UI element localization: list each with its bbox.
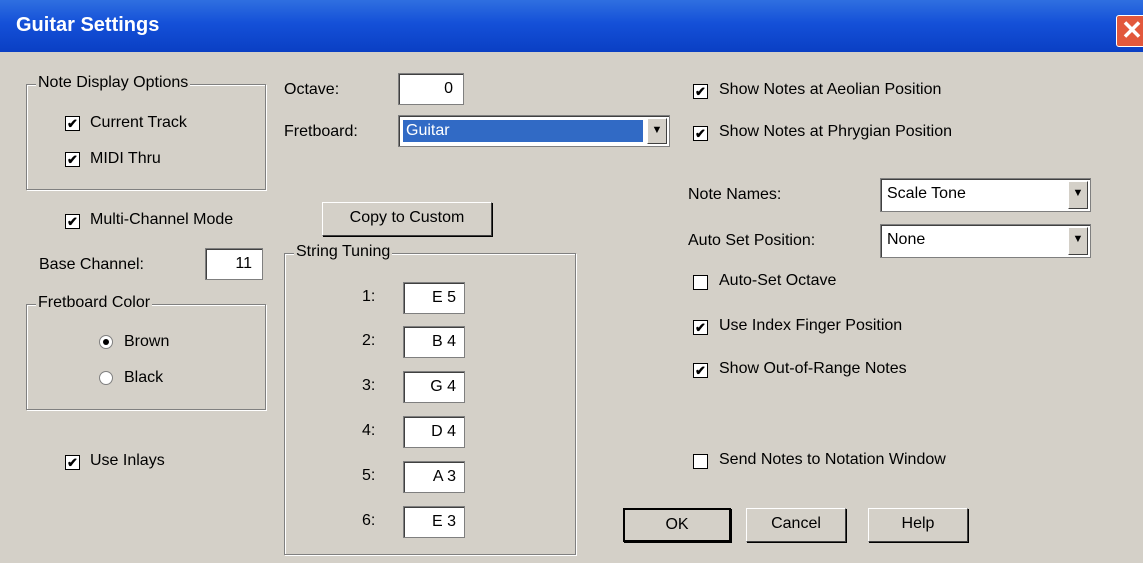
black-radio[interactable] — [99, 371, 113, 385]
send-notes-notation-label[interactable]: Send Notes to Notation Window — [719, 451, 946, 469]
show-out-of-range-label[interactable]: Show Out-of-Range Notes — [719, 360, 907, 378]
octave-label: Octave: — [284, 81, 340, 98]
chevron-down-icon[interactable]: ▼ — [1068, 181, 1088, 209]
string-1-label: 1: — [362, 288, 376, 305]
brown-radio[interactable] — [99, 335, 113, 349]
note-names-select[interactable]: Scale Tone ▼ — [880, 178, 1091, 212]
current-track-label[interactable]: Current Track — [90, 114, 187, 132]
title-bar[interactable] — [0, 0, 1143, 52]
use-inlays-label[interactable]: Use Inlays — [90, 452, 165, 470]
send-notes-notation-checkbox[interactable] — [693, 454, 708, 469]
fretboard-selected-value: Guitar — [403, 120, 643, 142]
string-3-input[interactable]: G 4 — [403, 371, 465, 403]
show-phrygian-checkbox[interactable] — [693, 126, 708, 141]
use-index-finger-label[interactable]: Use Index Finger Position — [719, 317, 902, 335]
string-4-label: 4: — [362, 422, 376, 439]
string-5-input[interactable]: A 3 — [403, 461, 465, 493]
chevron-down-icon[interactable]: ▼ — [647, 118, 667, 144]
string-6-input[interactable]: E 3 — [403, 506, 465, 538]
multi-channel-checkbox[interactable] — [65, 214, 80, 229]
string-3-label: 3: — [362, 377, 376, 394]
note-display-group — [26, 84, 266, 190]
note-names-label: Note Names: — [688, 186, 782, 203]
current-track-checkbox[interactable] — [65, 116, 80, 131]
show-aeolian-label[interactable]: Show Notes at Aeolian Position — [719, 81, 941, 99]
string-2-input[interactable]: B 4 — [403, 326, 465, 358]
auto-set-octave-label[interactable]: Auto-Set Octave — [719, 272, 836, 290]
base-channel-label: Base Channel: — [39, 256, 144, 273]
auto-set-position-label: Auto Set Position: — [688, 232, 816, 249]
string-5-label: 5: — [362, 467, 376, 484]
copy-to-custom-button[interactable]: Copy to Custom — [322, 202, 492, 236]
close-button[interactable]: ✕ — [1116, 15, 1143, 47]
multi-channel-label[interactable]: Multi-Channel Mode — [90, 211, 233, 229]
show-out-of-range-checkbox[interactable] — [693, 363, 708, 378]
show-aeolian-checkbox[interactable] — [693, 84, 708, 99]
string-2-label: 2: — [362, 332, 376, 349]
ok-button[interactable]: OK — [623, 508, 731, 542]
use-index-finger-checkbox[interactable] — [693, 320, 708, 335]
auto-set-position-select[interactable]: None ▼ — [880, 224, 1091, 258]
string-4-input[interactable]: D 4 — [403, 416, 465, 448]
base-channel-input[interactable]: 11 — [205, 248, 263, 280]
octave-input[interactable]: 0 — [398, 73, 464, 105]
cancel-button[interactable]: Cancel — [746, 508, 846, 542]
chevron-down-icon[interactable]: ▼ — [1068, 227, 1088, 255]
auto-set-octave-checkbox[interactable] — [693, 275, 708, 290]
use-inlays-checkbox[interactable] — [65, 455, 80, 470]
fretboard-color-legend: Fretboard Color — [36, 294, 153, 312]
show-phrygian-label[interactable]: Show Notes at Phrygian Position — [719, 123, 952, 141]
fretboard-select[interactable]: Guitar ▼ — [398, 115, 670, 147]
string-1-input[interactable]: E 5 — [403, 282, 465, 314]
midi-thru-checkbox[interactable] — [65, 152, 80, 167]
string-6-label: 6: — [362, 512, 376, 529]
window-title: Guitar Settings — [16, 14, 160, 36]
fretboard-label: Fretboard: — [284, 123, 358, 140]
help-button[interactable]: Help — [868, 508, 968, 542]
note-names-selected-value: Scale Tone — [887, 185, 966, 202]
auto-set-position-selected-value: None — [887, 231, 926, 248]
string-tuning-legend: String Tuning — [294, 243, 393, 261]
midi-thru-label[interactable]: MIDI Thru — [90, 150, 161, 168]
note-display-legend: Note Display Options — [36, 74, 191, 92]
fretboard-color-group — [26, 304, 266, 410]
brown-label[interactable]: Brown — [124, 333, 169, 351]
black-label[interactable]: Black — [124, 369, 163, 387]
